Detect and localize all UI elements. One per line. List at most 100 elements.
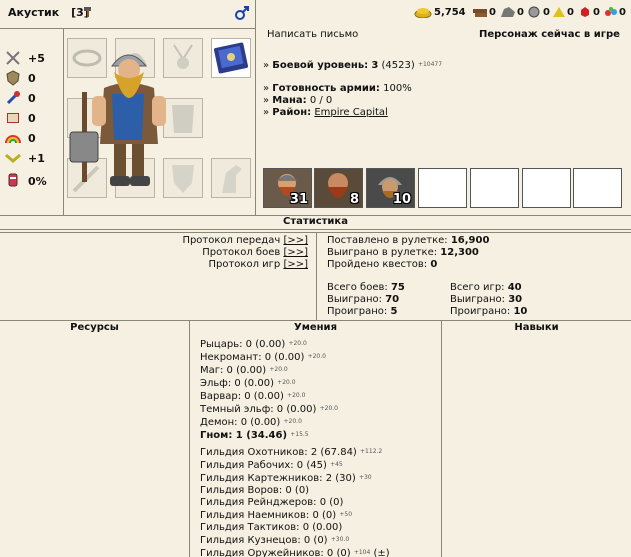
character-info: » Боевой уровень: 3 (4523) +10477 » Гото… <box>263 60 443 118</box>
guild-rangers: Гильдия Рейнджеров: 0 (0) <box>200 497 344 508</box>
army-count-3: 10 <box>392 192 411 207</box>
protocol-transfers-button[interactable]: [>>] <box>283 235 308 246</box>
guild-armorers-toggle-button[interactable]: (±) <box>374 548 390 557</box>
combat-level-label: Боевой уровень: <box>272 60 369 71</box>
resource-crystal: 0 <box>578 6 600 18</box>
stat-initiative: 0% <box>28 175 47 188</box>
army-slot-3[interactable]: 10 <box>366 168 415 208</box>
mana-value: 0 / 0 <box>309 95 333 106</box>
games-total-label: Всего игр: <box>450 282 505 293</box>
horse-icon <box>222 165 242 193</box>
resource-wood: 0 <box>472 6 496 18</box>
roulette-won-value: 12,300 <box>440 247 479 258</box>
combat-level-exp: (4523) <box>381 60 415 71</box>
skill-dark-elf: Темный эльф: 0 (0.00) <box>200 404 317 415</box>
protocol-battles-button[interactable]: [>>] <box>283 247 308 258</box>
guild-tacticians: Гильдия Тактиков: 0 (0.00) <box>200 522 343 533</box>
skill-dwarf-next: +15.5 <box>290 431 309 438</box>
guild-mercenaries: Гильдия Наемников: 0 (0) <box>200 510 337 521</box>
mercury-icon <box>528 6 540 18</box>
skill-elf: Эльф: 0 (0.00) <box>200 378 274 389</box>
horse-slot[interactable] <box>211 158 251 198</box>
army-slot-7[interactable] <box>573 168 622 208</box>
skill-mage: Маг: 0 (0.00) <box>200 365 267 376</box>
guild-workers: Гильдия Рабочих: 0 (45) <box>200 460 327 471</box>
hero-dwarf-avatar <box>69 54 166 186</box>
player-header: Акустик [3] <box>8 6 89 19</box>
combat-level-next: +10477 <box>417 61 443 68</box>
skill-demon: Демон: 0 (0.00) <box>200 417 281 428</box>
game-stats: Всего игр: 40 Выиграно: 30 Проиграно: 10 <box>450 282 527 318</box>
resource-gem: 0 <box>604 6 626 18</box>
army-count-1: 31 <box>289 192 308 207</box>
army-slot-2[interactable]: 8 <box>314 168 363 208</box>
crystal-icon <box>581 7 589 17</box>
army-slot-5[interactable] <box>470 168 519 208</box>
resource-ore: 0 <box>500 6 524 18</box>
player-name[interactable]: Акустик <box>8 6 59 19</box>
gem-icon <box>605 7 617 16</box>
guild-skills: Гильдия Охотников: 2 (67.84) +112.2 Гиль… <box>200 446 390 557</box>
stat-spellpower: 0 <box>28 92 36 105</box>
defense-icon <box>6 70 20 86</box>
book-slot[interactable] <box>211 38 251 78</box>
quests-label: Пройдено квестов: <box>327 259 428 270</box>
talents-column-title: Навыки <box>514 322 559 333</box>
battles-won-value: 70 <box>385 294 400 305</box>
guild-armorers: Гильдия Оружейников: 0 (0) <box>200 548 351 557</box>
roulette-stats: Поставлено в рулетке: 16,900 Выиграно в … <box>327 235 489 271</box>
skill-barbarian: Варвар: 0 (0.00) <box>200 391 284 402</box>
guild-smiths-next: +30.0 <box>330 536 350 543</box>
army-slot-4[interactable] <box>418 168 467 208</box>
skill-elf-next: +20.0 <box>277 379 296 386</box>
attack-icon <box>6 51 20 65</box>
statistics-title: Статистика <box>283 216 348 227</box>
battle-stats: Всего боев: 75 Выиграно: 70 Проиграно: 5 <box>327 282 405 318</box>
games-total-value: 40 <box>507 282 522 293</box>
protocol-links: Протокол передач [>>] Протокол боев [>>]… <box>0 235 308 271</box>
guild-smiths: Гильдия Кузнецов: 0 (0) <box>200 535 328 546</box>
games-lost-value: 10 <box>513 306 528 317</box>
skill-dwarf: Гном: 1 (34.46) <box>200 430 288 441</box>
battles-lost-label: Проиграно: <box>327 306 388 317</box>
army-ready-value: 100% <box>383 83 412 94</box>
resource-sulfur: 0 <box>552 6 574 18</box>
guild-hunters-next: +112.2 <box>360 448 383 455</box>
guild-mercenaries-next: +50 <box>339 511 353 518</box>
battles-total-value: 75 <box>390 282 405 293</box>
resources-column-title: Ресурсы <box>70 322 119 333</box>
army-slot-6[interactable] <box>522 168 571 208</box>
online-status: Персонаж сейчас в игре <box>479 29 620 40</box>
protocol-transfers-label: Протокол передач <box>182 235 281 246</box>
stat-knowledge: 0 <box>28 112 36 125</box>
district-link[interactable]: Empire Capital <box>314 107 387 118</box>
stat-morale: +1 <box>28 152 45 165</box>
battles-total-label: Всего боев: <box>327 282 388 293</box>
stat-attack: +5 <box>28 52 45 65</box>
games-lost-label: Проиграно: <box>450 306 511 317</box>
guild-workers-next: +45 <box>330 461 343 468</box>
district-label: Район: <box>272 107 312 118</box>
spellpower-icon <box>6 91 20 105</box>
roulette-won-label: Выиграно в рулетке: <box>327 247 438 258</box>
army-count-2: 8 <box>349 192 359 207</box>
protocol-battles-label: Протокол боев <box>202 247 281 258</box>
resource-mercury: 0 <box>526 6 550 18</box>
roulette-bet-label: Поставлено в рулетке: <box>327 235 448 246</box>
guild-thieves: Гильдия Воров: 0 (0) <box>200 485 310 496</box>
games-won-value: 30 <box>508 294 523 305</box>
initiative-icon <box>8 173 18 187</box>
roulette-bet-value: 16,900 <box>450 235 490 246</box>
protocol-games-button[interactable]: [>>] <box>283 259 308 270</box>
army-ready-label: Готовность армии: <box>272 83 380 94</box>
guild-gamblers: Гильдия Картежников: 2 (30) <box>200 473 356 484</box>
stat-luck: 0 <box>28 132 36 145</box>
army-slot-1[interactable]: 31 <box>263 168 312 208</box>
stat-defense: 0 <box>28 72 36 85</box>
write-letter-link[interactable]: Написать письмо <box>267 29 358 40</box>
morale-icon <box>5 153 21 163</box>
mana-label: Мана: <box>272 95 307 106</box>
guild-hunters: Гильдия Охотников: 2 (67.84) <box>200 447 357 458</box>
quests-value: 0 <box>430 259 438 270</box>
ore-icon <box>501 7 515 17</box>
